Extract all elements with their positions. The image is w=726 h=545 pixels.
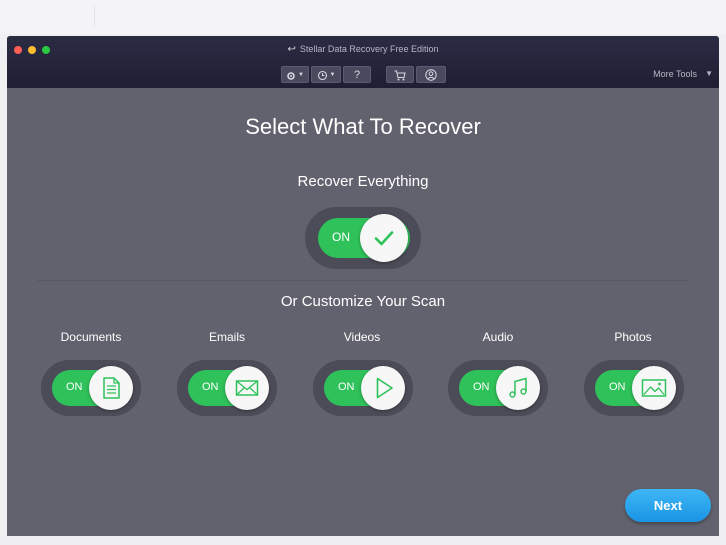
play-icon	[376, 377, 393, 399]
toggle-knob	[360, 214, 408, 262]
section-divider	[37, 280, 689, 281]
toggle-state-label: ON	[338, 381, 355, 393]
customize-scan-title: Or Customize Your Scan	[280, 293, 446, 310]
settings-button[interactable]: ▼	[281, 66, 309, 83]
more-tools-menu[interactable]: More Tools	[653, 69, 697, 79]
outer-background	[0, 0, 726, 34]
toggle-state-label: ON	[202, 381, 219, 393]
toggle-knob	[632, 366, 676, 410]
history-icon	[317, 70, 327, 81]
toggle-state-label: ON	[609, 381, 626, 393]
documents-toggle[interactable]: ON	[41, 360, 141, 416]
recover-everything-toggle[interactable]: ON	[305, 207, 421, 269]
document-icon	[103, 377, 120, 399]
chevron-down-icon[interactable]: ▼	[705, 69, 713, 78]
app-window: ↩ Stellar Data Recovery Free Edition ▼ ▼ …	[7, 36, 719, 536]
checkmark-icon	[374, 231, 394, 246]
category-label-videos: Videos	[343, 330, 381, 344]
toggle-track: ON	[595, 366, 676, 410]
image-icon	[641, 379, 667, 397]
photos-toggle[interactable]: ON	[584, 360, 684, 416]
help-button[interactable]: ?	[343, 66, 371, 83]
emails-toggle[interactable]: ON	[177, 360, 277, 416]
toggle-knob	[361, 366, 405, 410]
toggle-track: ON	[324, 366, 405, 410]
cart-button[interactable]	[386, 66, 414, 83]
music-note-icon	[509, 377, 527, 398]
toggle-track: ON	[318, 214, 410, 262]
back-arrow-icon: ↩	[287, 44, 296, 55]
toggle-state-label: ON	[332, 230, 350, 244]
chevron-down-icon: ▼	[298, 72, 304, 78]
toggle-state-label: ON	[66, 381, 83, 393]
account-button[interactable]	[416, 66, 446, 83]
history-button[interactable]: ▼	[311, 66, 341, 83]
outer-divider	[94, 6, 95, 26]
gear-icon	[287, 71, 295, 80]
page-title: Select What To Recover	[245, 114, 481, 139]
category-label-audio: Audio	[482, 330, 514, 344]
toggle-track: ON	[459, 366, 540, 410]
category-label-documents: Documents	[60, 330, 122, 344]
toggle-track: ON	[52, 366, 133, 410]
next-button[interactable]: Next	[625, 489, 711, 522]
category-label-emails: Emails	[208, 330, 245, 344]
videos-toggle[interactable]: ON	[313, 360, 413, 416]
toggle-track: ON	[188, 366, 269, 410]
toggle-knob	[89, 366, 133, 410]
audio-toggle[interactable]: ON	[448, 360, 548, 416]
toggle-knob	[496, 366, 540, 410]
user-icon	[425, 69, 437, 81]
recover-everything-label: Recover Everything	[297, 173, 429, 190]
category-label-photos: Photos	[614, 330, 652, 344]
cart-icon	[394, 70, 406, 81]
chevron-down-icon: ▼	[329, 72, 336, 78]
title-bar: ↩ Stellar Data Recovery Free Edition ▼ ▼ …	[7, 36, 719, 88]
window-title: ↩ Stellar Data Recovery Free Edition	[287, 44, 439, 55]
envelope-icon	[235, 380, 259, 396]
toggle-knob	[225, 366, 269, 410]
toggle-state-label: ON	[473, 381, 490, 393]
